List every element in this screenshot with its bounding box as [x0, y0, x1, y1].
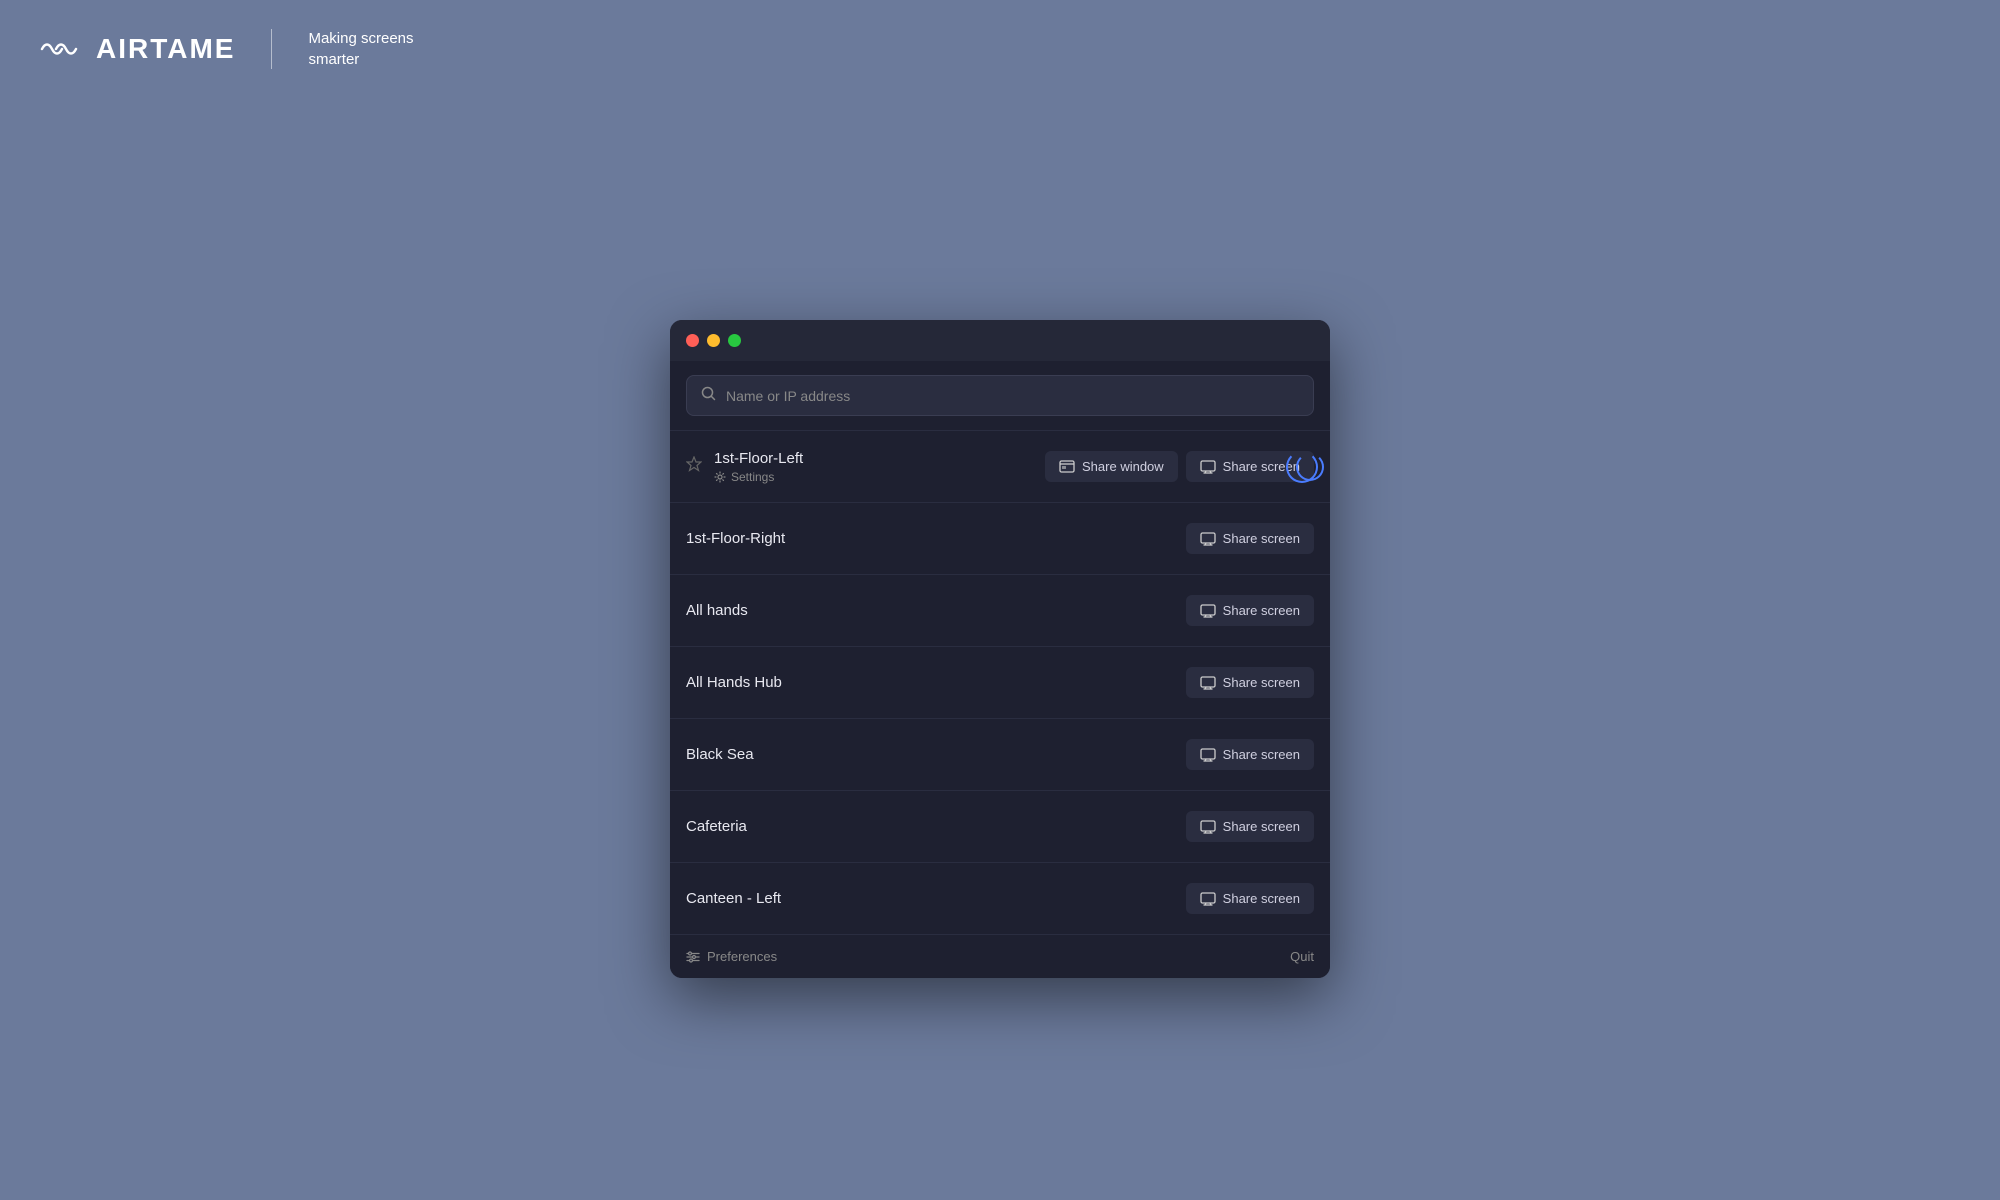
device-buttons: Share screen: [1186, 811, 1314, 842]
device-info: 1st-Floor-Right: [686, 530, 785, 547]
share-screen-icon: [1200, 820, 1216, 834]
share-screen-button[interactable]: Share screen: [1186, 523, 1314, 554]
favorite-icon[interactable]: [686, 456, 702, 477]
device-buttons: Share screen: [1186, 739, 1314, 770]
device-buttons: Share screen: [1186, 667, 1314, 698]
device-row: Black Sea Share screen: [670, 718, 1330, 790]
share-screen-icon: [1200, 604, 1216, 618]
device-name: Black Sea: [686, 746, 754, 763]
top-bar: AIRTAME Making screens smarter: [0, 0, 2000, 98]
device-name: 1st-Floor-Left: [714, 450, 803, 467]
device-info: All Hands Hub: [686, 674, 782, 691]
search-icon: [701, 386, 716, 405]
preferences-icon: [686, 950, 700, 964]
share-screen-label: Share screen: [1223, 675, 1300, 690]
logo-area: AIRTAME Making screens smarter: [40, 28, 414, 70]
close-button[interactable]: [686, 334, 699, 347]
share-window-label: Share window: [1082, 459, 1164, 474]
loading-ring: [1296, 453, 1324, 481]
bottom-bar: Preferences Quit: [670, 934, 1330, 978]
share-screen-label: Share screen: [1223, 747, 1300, 762]
device-settings[interactable]: Settings: [714, 470, 803, 484]
share-screen-label: Share screen: [1223, 819, 1300, 834]
logo-waves-icon: [40, 37, 78, 61]
device-left: 1st-Floor-Left Settings: [686, 450, 803, 484]
share-screen-label: Share screen: [1223, 459, 1300, 474]
device-name: Canteen - Left: [686, 890, 781, 907]
device-name: Cafeteria: [686, 818, 747, 835]
device-buttons: Share screen: [1186, 883, 1314, 914]
preferences-label: Preferences: [707, 949, 777, 964]
quit-button[interactable]: Quit: [1290, 949, 1314, 964]
share-screen-button[interactable]: Share screen: [1186, 739, 1314, 770]
share-screen-button[interactable]: Share screen: [1186, 883, 1314, 914]
share-window-button[interactable]: Share window: [1045, 451, 1178, 482]
logo-tagline: Making screens smarter: [308, 28, 413, 70]
device-left: Cafeteria: [686, 818, 747, 835]
settings-label: Settings: [731, 470, 774, 484]
device-left: Black Sea: [686, 746, 754, 763]
logo-divider: [271, 29, 272, 69]
device-row: All hands Share screen: [670, 574, 1330, 646]
preferences-button[interactable]: Preferences: [686, 949, 777, 964]
device-row: 1st-Floor-Right Share screen: [670, 502, 1330, 574]
share-screen-icon: [1200, 532, 1216, 546]
search-wrapper: [686, 375, 1314, 416]
search-input[interactable]: [726, 388, 1299, 404]
maximize-button[interactable]: [728, 334, 741, 347]
device-list: 1st-Floor-Left Settings: [670, 430, 1330, 934]
device-left: Canteen - Left: [686, 890, 781, 907]
device-buttons: Share window Share screen: [1045, 451, 1314, 482]
share-screen-icon: [1200, 676, 1216, 690]
device-info: Canteen - Left: [686, 890, 781, 907]
device-row: All Hands Hub Share screen: [670, 646, 1330, 718]
share-screen-icon: [1200, 460, 1216, 474]
share-screen-button[interactable]: Share screen: [1186, 595, 1314, 626]
device-info: Black Sea: [686, 746, 754, 763]
device-name: All Hands Hub: [686, 674, 782, 691]
device-buttons: Share screen: [1186, 595, 1314, 626]
device-info: 1st-Floor-Left Settings: [714, 450, 803, 484]
device-name: 1st-Floor-Right: [686, 530, 785, 547]
app-window: 1st-Floor-Left Settings: [670, 320, 1330, 978]
device-info: Cafeteria: [686, 818, 747, 835]
share-screen-icon: [1200, 748, 1216, 762]
share-screen-icon: [1200, 892, 1216, 906]
share-screen-label: Share screen: [1223, 891, 1300, 906]
device-row: 1st-Floor-Left Settings: [670, 430, 1330, 502]
main-content: 1st-Floor-Left Settings: [0, 98, 2000, 1200]
device-buttons: Share screen: [1186, 523, 1314, 554]
title-bar: [670, 320, 1330, 361]
device-name: All hands: [686, 602, 748, 619]
share-screen-label: Share screen: [1223, 531, 1300, 546]
logo-text: AIRTAME: [96, 33, 235, 65]
device-left: 1st-Floor-Right: [686, 530, 785, 547]
share-screen-button[interactable]: Share screen: [1186, 667, 1314, 698]
minimize-button[interactable]: [707, 334, 720, 347]
device-left: All hands: [686, 602, 748, 619]
share-window-icon: [1059, 460, 1075, 474]
device-row: Canteen - Left Share screen: [670, 862, 1330, 934]
share-screen-button[interactable]: Share screen: [1186, 451, 1314, 482]
device-row: Cafeteria Share screen: [670, 790, 1330, 862]
share-screen-button[interactable]: Share screen: [1186, 811, 1314, 842]
device-info: All hands: [686, 602, 748, 619]
device-left: All Hands Hub: [686, 674, 782, 691]
share-screen-label: Share screen: [1223, 603, 1300, 618]
search-bar: [670, 361, 1330, 430]
